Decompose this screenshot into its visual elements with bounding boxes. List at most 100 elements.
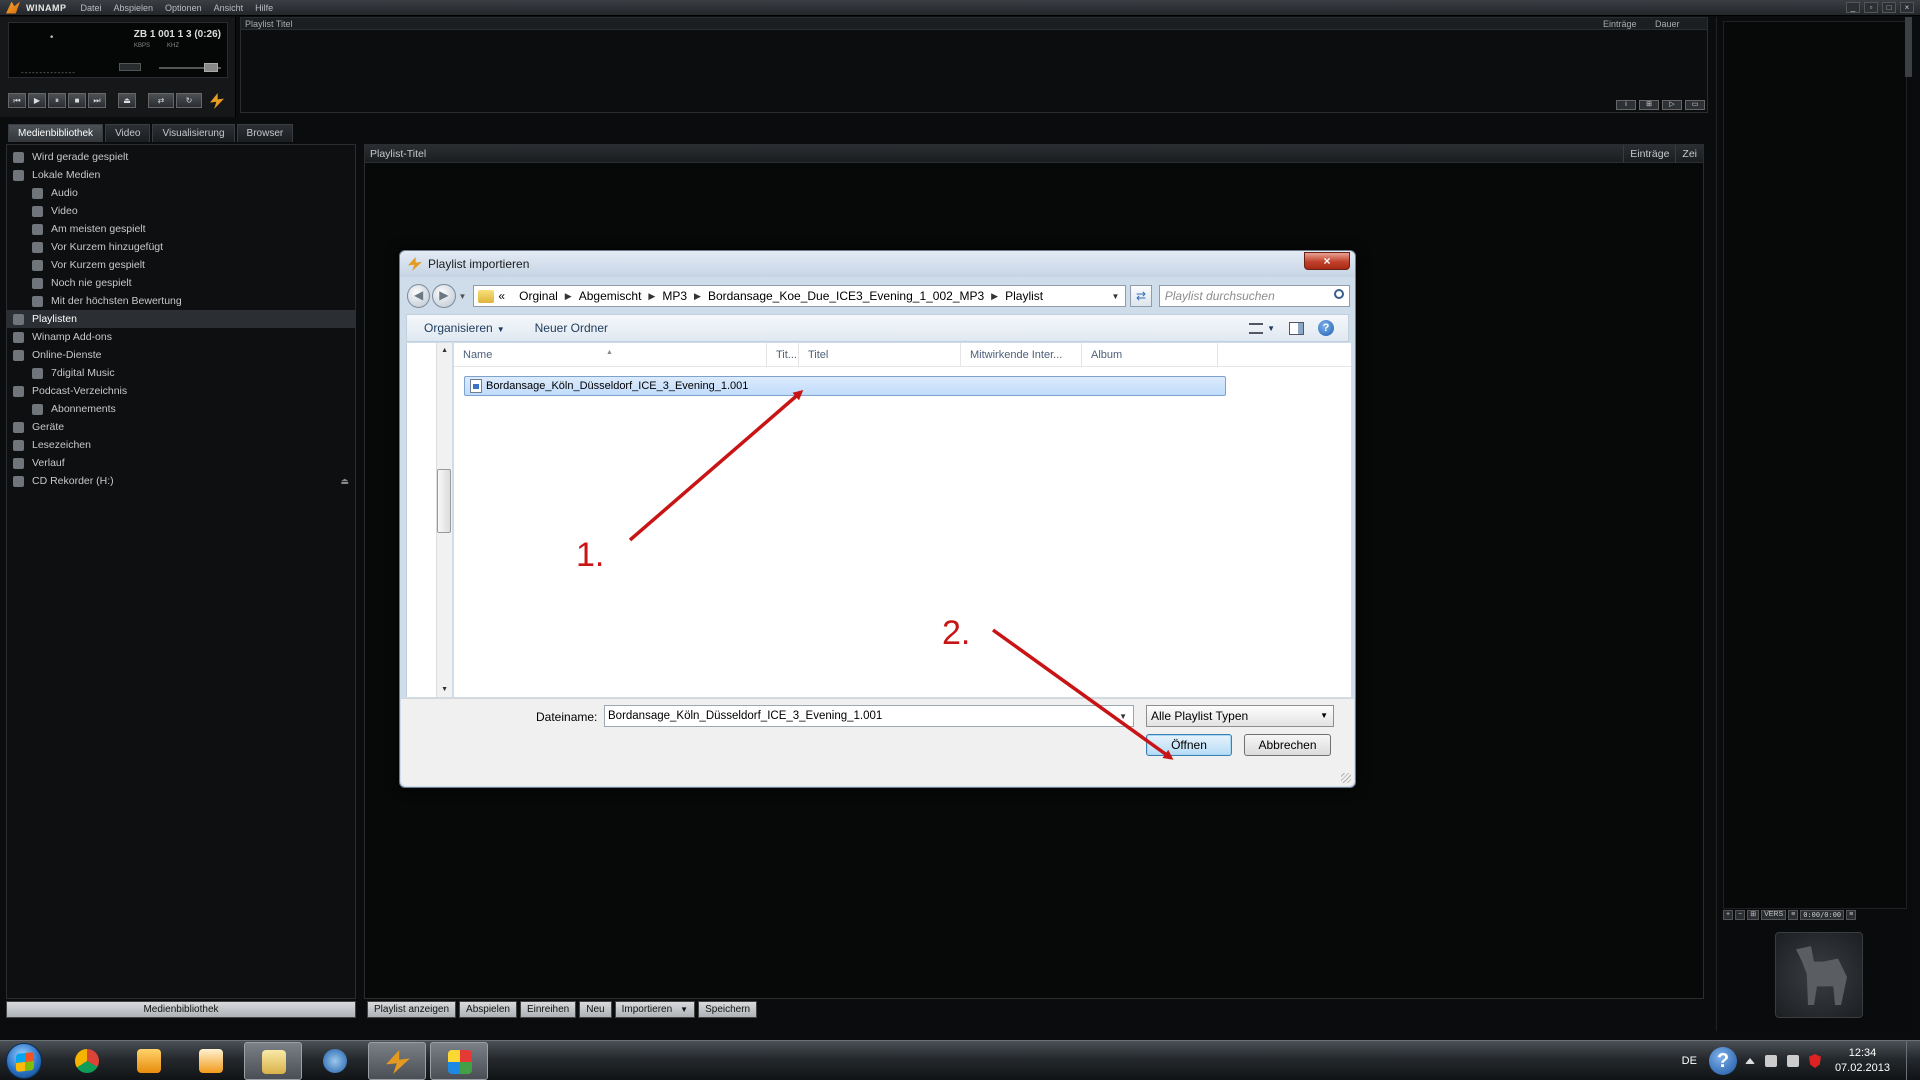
scroll-down-icon[interactable]: ▼ bbox=[441, 686, 448, 693]
balance-slider[interactable] bbox=[119, 63, 141, 71]
open-button[interactable]: Öffnen bbox=[1146, 734, 1232, 756]
clock[interactable]: 12:34 07.02.2013 bbox=[1835, 1046, 1890, 1076]
previous-button[interactable]: ⏮ bbox=[8, 93, 26, 108]
shuffle-button[interactable]: ⇄ bbox=[148, 93, 174, 108]
repeat-button[interactable]: ↻ bbox=[176, 93, 202, 108]
mini-col-entries[interactable]: Einträge bbox=[1603, 18, 1655, 29]
col-album[interactable]: Album bbox=[1082, 343, 1218, 366]
taskbar-outlook[interactable] bbox=[120, 1042, 178, 1080]
breadcrumb-overflow[interactable]: « bbox=[498, 289, 505, 303]
pause-button[interactable]: ⏸ bbox=[48, 93, 66, 108]
breadcrumb-orginal[interactable]: Orginal bbox=[519, 289, 558, 303]
col-entries[interactable]: Einträge bbox=[1623, 145, 1675, 162]
scrollbar[interactable] bbox=[1905, 17, 1912, 77]
menu-optionen[interactable]: Optionen bbox=[165, 3, 202, 13]
col-title[interactable]: Titel bbox=[799, 343, 961, 366]
tree-item[interactable]: 7digital Music bbox=[7, 364, 355, 382]
tree-item[interactable]: ▼Online-Dienste bbox=[7, 346, 355, 364]
language-indicator[interactable]: DE bbox=[1682, 1055, 1697, 1067]
taskbar-media-player[interactable] bbox=[182, 1042, 240, 1080]
mini-pl-button-2[interactable]: ⊞ bbox=[1639, 100, 1659, 110]
tree-item[interactable]: Vor Kurzem gespielt bbox=[7, 256, 355, 274]
search-box[interactable] bbox=[1158, 285, 1350, 307]
stop-button[interactable]: ■ bbox=[68, 93, 86, 108]
tree-item[interactable]: ▶Playlisten bbox=[7, 310, 355, 328]
tree-item[interactable]: ▼Podcast-Verzeichnis bbox=[7, 382, 355, 400]
show-hidden-icons-icon[interactable] bbox=[1744, 1058, 1755, 1064]
tree-item[interactable]: Audio bbox=[7, 184, 355, 202]
tree-item[interactable]: Wird gerade gespielt bbox=[7, 148, 355, 166]
play-button[interactable]: ▶ bbox=[28, 93, 46, 108]
tree-item[interactable]: Abonnements bbox=[7, 400, 355, 418]
tree-item[interactable]: Vor Kurzem hinzugefügt bbox=[7, 238, 355, 256]
help-icon[interactable]: ? bbox=[1318, 320, 1334, 336]
taskbar-explorer[interactable] bbox=[244, 1042, 302, 1080]
mini-pl-button-4[interactable]: ▭ bbox=[1685, 100, 1705, 110]
menu-datei[interactable]: Datei bbox=[81, 3, 102, 13]
help-icon[interactable]: ? bbox=[1708, 1047, 1737, 1075]
search-input[interactable] bbox=[1159, 286, 1330, 306]
filename-input[interactable] bbox=[605, 706, 1120, 726]
address-bar[interactable]: « Orginal ▶ Abgemischt ▶ MP3 ▶ Bordansage_K… bbox=[473, 285, 1127, 307]
breadcrumb-abgemischt[interactable]: Abgemischt bbox=[579, 289, 642, 303]
tab-browser[interactable]: Browser bbox=[236, 124, 294, 142]
file-row-selected[interactable]: Bordansage_Köln_Düsseldorf_ICE_3_Evening… bbox=[464, 376, 1226, 396]
maximize-button[interactable]: □ bbox=[1882, 2, 1896, 13]
enqueue-button[interactable]: Einreihen bbox=[519, 1001, 577, 1018]
view-options-icon[interactable] bbox=[1249, 322, 1264, 334]
filename-field[interactable]: ▼ bbox=[604, 705, 1134, 727]
misc-button[interactable]: VERS bbox=[1761, 910, 1787, 920]
mini-pl-button-3[interactable]: ▷ bbox=[1662, 100, 1682, 110]
tree-item[interactable]: CD Rekorder (H:) ⏏ bbox=[7, 472, 355, 490]
add-button[interactable]: + bbox=[1723, 910, 1734, 920]
tree-item[interactable]: Mit der höchsten Bewertung bbox=[7, 292, 355, 310]
dialog-close-button[interactable]: × bbox=[1304, 252, 1350, 270]
mini-pl-button-1[interactable]: i bbox=[1616, 100, 1636, 110]
tab-video[interactable]: Video bbox=[105, 124, 151, 142]
playlist-title-header[interactable]: Playlist-Titel bbox=[365, 145, 1623, 162]
start-button[interactable] bbox=[6, 1043, 42, 1079]
close-button[interactable]: × bbox=[1900, 2, 1914, 13]
tree-item[interactable]: Lesezeichen bbox=[7, 436, 355, 454]
lightning-icon[interactable] bbox=[210, 93, 224, 109]
tree-item[interactable]: Noch nie gespielt bbox=[7, 274, 355, 292]
tree-item[interactable]: ▶Winamp Add-ons bbox=[7, 328, 355, 346]
library-button[interactable]: Medienbibliothek bbox=[6, 1001, 356, 1018]
scroll-up-icon[interactable]: ▲ bbox=[441, 347, 448, 354]
col-time[interactable]: Zei bbox=[1675, 145, 1703, 162]
taskbar-paint[interactable] bbox=[430, 1042, 488, 1080]
back-button[interactable]: ◀ bbox=[407, 284, 431, 308]
network-icon[interactable] bbox=[1764, 1055, 1777, 1067]
organize-button[interactable]: Organisieren ▼ bbox=[424, 321, 505, 335]
remove-button[interactable]: − bbox=[1735, 910, 1746, 920]
col-artists[interactable]: Mitwirkende Inter... bbox=[961, 343, 1082, 366]
volume-icon[interactable] bbox=[1786, 1055, 1799, 1067]
taskbar-chrome[interactable] bbox=[58, 1042, 116, 1080]
mini-col-duration[interactable]: Dauer bbox=[1655, 18, 1707, 29]
save-button[interactable]: Speichern bbox=[698, 1001, 758, 1018]
scroll-thumb[interactable] bbox=[437, 469, 451, 533]
menu-button[interactable]: ≡ bbox=[1846, 910, 1857, 920]
minimize-button[interactable]: _ bbox=[1846, 2, 1860, 13]
resize-grip[interactable] bbox=[1341, 773, 1351, 783]
tab-visualisierung[interactable]: Visualisierung bbox=[152, 124, 235, 142]
cancel-button[interactable]: Abbrechen bbox=[1244, 734, 1331, 756]
breadcrumb-playlist[interactable]: Playlist bbox=[1005, 289, 1043, 303]
col-name[interactable]: Name ▲ bbox=[454, 343, 767, 366]
forward-button[interactable]: ▶ bbox=[432, 284, 456, 308]
shade-button[interactable]: ▫ bbox=[1864, 2, 1878, 13]
eject-icon[interactable]: ⏏ bbox=[340, 472, 349, 490]
preview-pane-icon[interactable] bbox=[1289, 321, 1304, 335]
eject-button[interactable]: ⏏ bbox=[118, 93, 136, 108]
list-button[interactable]: ≡ bbox=[1788, 910, 1799, 920]
refresh-icon[interactable]: ⇄ bbox=[1130, 285, 1152, 307]
select-button[interactable]: ⊞ bbox=[1747, 910, 1760, 920]
col-track[interactable]: Tit... bbox=[767, 343, 799, 366]
recent-pages-dropdown[interactable]: ▼ bbox=[459, 292, 467, 301]
volume-knob[interactable] bbox=[204, 63, 218, 72]
address-dropdown-icon[interactable]: ▼ bbox=[1111, 292, 1119, 301]
import-button[interactable]: Importieren ▼ bbox=[614, 1001, 696, 1018]
menu-hilfe[interactable]: Hilfe bbox=[255, 3, 273, 13]
menu-ansicht[interactable]: Ansicht bbox=[214, 3, 244, 13]
taskbar-winamp[interactable] bbox=[368, 1042, 426, 1080]
